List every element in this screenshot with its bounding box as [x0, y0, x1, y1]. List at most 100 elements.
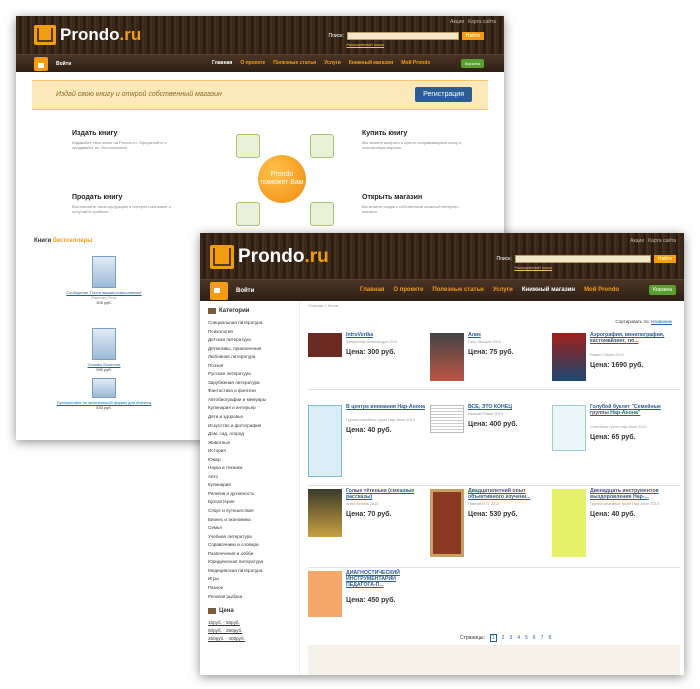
nav-home[interactable]: Главная [360, 287, 384, 293]
cart-button[interactable]: Корзина [648, 285, 676, 295]
nav-about[interactable]: О проекте [240, 60, 265, 66]
nav-home[interactable]: Главная [212, 60, 232, 66]
category-link[interactable]: История [208, 447, 299, 456]
category-link[interactable]: Религия рыбака [208, 593, 299, 602]
cart-button[interactable]: Корзина [460, 59, 484, 68]
page-link[interactable]: 7 [541, 635, 544, 641]
nav-bookstore[interactable]: Книжный магазин [522, 287, 575, 293]
book-cover [92, 256, 116, 288]
bestseller-item[interactable]: Основы биологии 990 руб. [34, 328, 174, 372]
category-link[interactable]: Спорт и путешествия [208, 507, 299, 516]
sort-control[interactable]: Сортировать по: Названию [615, 319, 672, 324]
category-link[interactable]: Специальная литература [208, 319, 299, 328]
category-link[interactable]: Зарубежная литература [208, 379, 299, 388]
page-link[interactable]: 5 [525, 635, 528, 641]
product-card[interactable]: ДИАГНОСТИЧЕСКИЙ ИНСТРУМЕНТАРИЙ ПЕДАГОГА-… [308, 570, 428, 647]
page-link[interactable]: 8 [548, 635, 551, 641]
category-link[interactable]: Детская литература [208, 336, 299, 345]
category-link[interactable]: Юмор [208, 456, 299, 465]
category-link[interactable]: Учебная литература [208, 533, 299, 542]
category-link[interactable]: Медицинская литература [208, 567, 299, 576]
nav-my-prondo[interactable]: Мой Prondo [401, 60, 430, 66]
feature-open-shop[interactable]: Открыть магазин Вы можете создать собств… [362, 194, 462, 214]
screenshot-composite: Prondo.ru Акции Карта сайта Поиск: Найти… [0, 0, 700, 689]
category-link[interactable]: Животные [208, 439, 299, 448]
search-input[interactable] [346, 32, 459, 40]
logo[interactable]: Prondo.ru [34, 25, 141, 45]
nav-articles[interactable]: Полезные статьи [432, 287, 484, 293]
feature-publish[interactable]: Издать книгу Издавайте свои книги на Pro… [72, 130, 172, 150]
product-card[interactable]: ВСЕ, ЭТО КОНЕЦ Иванов Роман 2013 Цена: 4… [430, 404, 550, 481]
nav-services[interactable]: Услуги [493, 287, 513, 293]
shop-icon [310, 202, 334, 226]
category-link[interactable]: Кулинария и интерьер [208, 404, 299, 413]
advanced-search-link[interactable]: Расширенный поиск [514, 265, 552, 270]
product-card[interactable]: Двенадцать инструментов выздоровления На… [552, 488, 672, 565]
category-link[interactable]: Развлечения и хобби [208, 550, 299, 559]
nav-articles[interactable]: Полезные статьи [273, 60, 316, 66]
price-range-link[interactable]: 10руб. - 50руб. [208, 619, 299, 627]
bestseller-item[interactable]: Сообщение 'Почти вашим-помошником!' Раке… [34, 256, 174, 305]
link-sitemap[interactable]: Карта сайта [468, 19, 496, 25]
product-card[interactable]: Голубой буклет "Семейные группы Нар-Анон… [552, 404, 672, 481]
top-links: Акции Карта сайта [630, 238, 676, 244]
advanced-search-link[interactable]: Расширенный поиск [346, 42, 384, 47]
category-link[interactable]: Любовная литература [208, 353, 299, 362]
page-link[interactable]: 2 [502, 635, 505, 641]
product-card[interactable]: В центре внимания Нар-Анона Группа семей… [308, 404, 428, 481]
category-link[interactable]: Семья [208, 524, 299, 533]
nav-services[interactable]: Услуги [324, 60, 341, 66]
search-input[interactable] [514, 255, 651, 263]
link-promotions[interactable]: Акции [630, 238, 644, 244]
category-link[interactable]: Психология [208, 328, 299, 337]
category-link[interactable]: Кулинария [208, 481, 299, 490]
category-link[interactable]: Поэзия [208, 362, 299, 371]
page-link-current[interactable]: 1 [489, 634, 497, 642]
product-card[interactable]: Голые тётеньки (смешные рассказы) Анна Л… [308, 488, 428, 565]
category-link[interactable]: Справочники и словари [208, 541, 299, 550]
category-link[interactable]: Детективы, приключения [208, 345, 299, 354]
category-link[interactable]: Авто [208, 473, 299, 482]
link-promotions[interactable]: Акции [450, 19, 464, 25]
page-link[interactable]: 4 [517, 635, 520, 641]
category-link[interactable]: Разное [208, 584, 299, 593]
logo[interactable]: Prondo.ru [210, 245, 329, 269]
category-link[interactable]: Игры [208, 575, 299, 584]
category-link[interactable]: Фантастика и фэнтези [208, 387, 299, 396]
category-link[interactable]: Дети и здоровье [208, 413, 299, 422]
category-link[interactable]: Автобиографии и мемуары [208, 396, 299, 405]
category-link[interactable]: Бухгалтерия [208, 498, 299, 507]
login-button[interactable]: Войти [200, 281, 254, 300]
category-link[interactable]: Бизнес и экономика [208, 516, 299, 525]
nav-bookstore[interactable]: Книжный магазин [349, 60, 393, 66]
page-link[interactable]: 6 [533, 635, 536, 641]
sort-select[interactable]: Названию [651, 319, 672, 324]
link-sitemap[interactable]: Карта сайта [648, 238, 676, 244]
category-link[interactable]: Русская литература [208, 370, 299, 379]
product-card[interactable]: Алик Петр Эмоций 2013 Цена: 75 руб. [430, 332, 550, 409]
feature-buy[interactable]: Купить книгу Мы можете выбрать и купить … [362, 130, 462, 150]
breadcrumb[interactable]: Главная > Книги [308, 303, 680, 308]
price-range-link[interactable]: 250руб. - 400руб. [208, 635, 299, 643]
register-button[interactable]: Регистрация [415, 87, 472, 102]
category-link[interactable]: Религия и духовность [208, 490, 299, 499]
price-range-link[interactable]: 50руб. - 250руб. [208, 627, 299, 635]
nav-my-prondo[interactable]: Мой Prondo [584, 287, 619, 293]
content-footer [308, 645, 680, 675]
category-link[interactable]: Наука и техника [208, 464, 299, 473]
lock-icon [210, 281, 228, 300]
nav-about[interactable]: О проекте [393, 287, 423, 293]
page-link[interactable]: 3 [509, 635, 512, 641]
printer-icon [236, 134, 260, 158]
bestseller-item[interactable]: Путешествие по экзотической формы для би… [34, 378, 174, 410]
product-card[interactable]: Аэрография, винилография, кастомайзинг, … [552, 332, 672, 409]
product-card[interactable]: IntroVertka Февралева Александра 2013 Це… [308, 332, 428, 409]
login-button[interactable]: Войти [16, 56, 71, 71]
product-card[interactable]: Двадцатилетний опыт объективного изучени… [430, 488, 550, 565]
category-link[interactable]: Дом, сад, огород [208, 430, 299, 439]
category-link[interactable]: Юридическая литература [208, 558, 299, 567]
feature-sell[interactable]: Продать книгу Выставляйте свою продукцию… [72, 194, 172, 214]
search-button[interactable]: Найти [653, 255, 676, 263]
category-link[interactable]: Искусство и фотография [208, 422, 299, 431]
search-button[interactable]: Найти [461, 32, 484, 40]
